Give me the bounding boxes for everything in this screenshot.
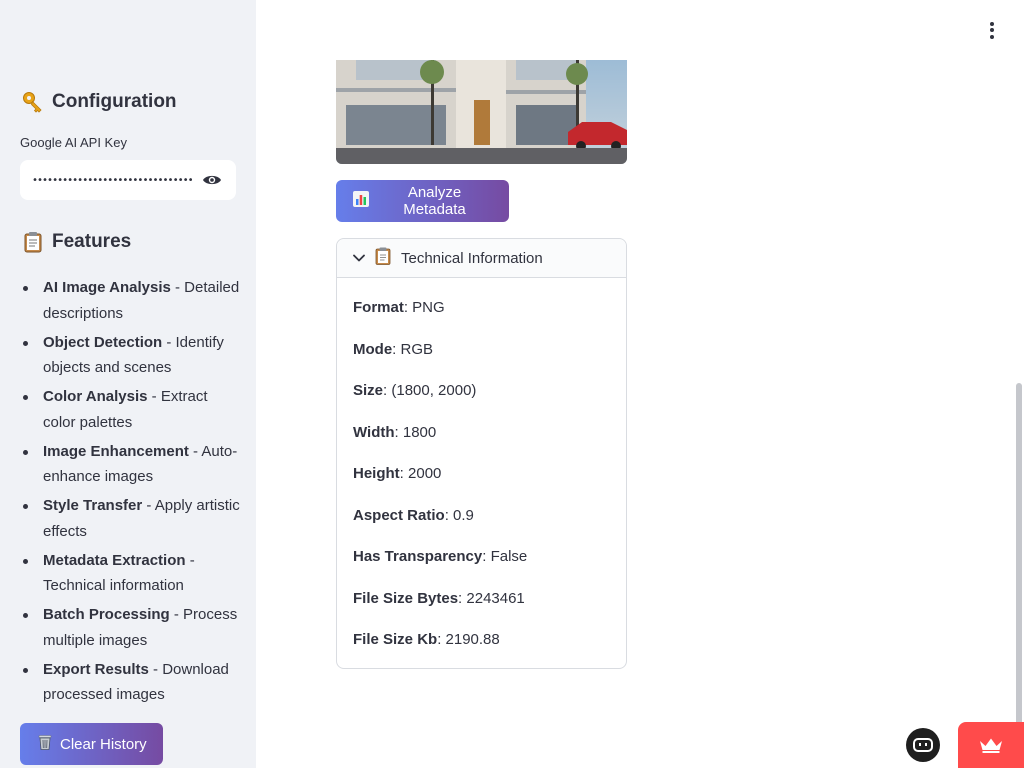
list-item: File Size Kb: 2190.88 xyxy=(353,629,610,671)
vertical-scrollbar[interactable] xyxy=(1016,383,1022,768)
bar-chart-icon xyxy=(352,190,370,212)
feature-name: AI Image Analysis xyxy=(43,279,171,296)
feature-name: Image Enhancement xyxy=(43,442,189,460)
list-item: Format: PNG xyxy=(353,297,610,339)
expander-title: Technical Information xyxy=(401,249,543,267)
metadata-key: Format xyxy=(353,299,404,316)
list-item: Style Transfer - Apply artistic effects xyxy=(20,493,240,544)
clear-history-label: Clear History xyxy=(60,735,147,753)
metadata-value: : 2243461 xyxy=(458,589,525,607)
clipboard-icon xyxy=(375,247,391,270)
api-key-input[interactable] xyxy=(32,174,192,186)
list-item: Mode: RGB xyxy=(353,339,610,381)
uploaded-image-preview xyxy=(336,60,627,164)
expander-header[interactable]: Technical Information xyxy=(337,239,626,278)
list-item: Height: 2000 xyxy=(353,463,610,505)
metadata-list: Format: PNG Mode: RGB Size: (1800, 2000)… xyxy=(337,278,626,671)
metadata-value: : (1800, 2000) xyxy=(383,382,477,399)
list-item: File Size Bytes: 2243461 xyxy=(353,588,610,630)
list-item: Export Results - Download processed imag… xyxy=(20,657,240,708)
api-key-label: Google AI API Key xyxy=(20,135,127,150)
list-item: AI Image Analysis - Detailed description… xyxy=(20,275,240,326)
feature-name: Batch Processing xyxy=(43,606,170,623)
trash-icon xyxy=(36,733,54,755)
metadata-value: : 0.9 xyxy=(444,506,474,524)
list-item: Batch Processing - Process multiple imag… xyxy=(20,602,240,653)
metadata-value: : 2190.88 xyxy=(437,631,500,648)
list-item: Size: (1800, 2000) xyxy=(353,380,610,422)
metadata-key: Aspect Ratio xyxy=(353,506,445,524)
metadata-key: Width xyxy=(353,423,395,441)
analyze-metadata-button[interactable]: Analyze Metadata xyxy=(336,180,509,222)
list-item: Color Analysis - Extract color palettes xyxy=(20,384,240,435)
list-item: Metadata Extraction - Technical informat… xyxy=(20,548,240,599)
metadata-value: : RGB xyxy=(392,340,434,358)
list-item: Width: 1800 xyxy=(353,422,610,464)
metadata-key: Height xyxy=(353,465,400,482)
configuration-heading-text: Configuration xyxy=(52,91,177,112)
key-icon xyxy=(20,91,46,113)
crown-icon[interactable] xyxy=(958,722,1024,768)
list-item: Object Detection - Identify objects and … xyxy=(20,330,240,381)
metadata-key: File Size Kb xyxy=(353,631,438,648)
list-item: Image Enhancement - Auto-enhance images xyxy=(20,439,240,490)
metadata-key: Mode xyxy=(353,340,393,358)
feature-name: Metadata Extraction xyxy=(43,551,186,569)
features-heading-text: Features xyxy=(52,231,132,252)
features-heading: Features xyxy=(20,231,131,253)
metadata-value: : 2000 xyxy=(399,465,442,482)
list-item: Has Transparency: False xyxy=(353,546,610,588)
configuration-heading: Configuration xyxy=(20,91,177,113)
technical-information-expander: Technical Information Format: PNG Mode: … xyxy=(336,238,627,669)
show-password-eye-icon[interactable] xyxy=(200,168,224,192)
metadata-key: Has Transparency xyxy=(353,548,483,565)
metadata-value: : False xyxy=(482,548,528,565)
features-list: AI Image Analysis - Detailed description… xyxy=(20,275,240,711)
api-key-field[interactable] xyxy=(20,160,236,200)
clipboard-icon xyxy=(20,231,46,253)
bot-avatar-icon[interactable] xyxy=(906,728,940,762)
main-menu-kebab-icon[interactable] xyxy=(980,18,1004,42)
feature-name: Export Results xyxy=(43,660,149,678)
metadata-key: File Size Bytes xyxy=(353,589,459,607)
clear-history-button[interactable]: Clear History xyxy=(20,723,163,765)
feature-name: Style Transfer xyxy=(43,497,143,514)
list-item: Aspect Ratio: 0.9 xyxy=(353,505,610,547)
analyze-metadata-label: Analyze Metadata xyxy=(403,184,466,218)
metadata-value: : 1800 xyxy=(394,423,437,441)
sidebar: Configuration Google AI API Key Features xyxy=(0,0,256,768)
metadata-key: Size xyxy=(353,382,384,399)
feature-name: Color Analysis xyxy=(43,388,148,405)
feature-name: Object Detection xyxy=(43,333,163,351)
metadata-value: : PNG xyxy=(403,299,445,316)
chevron-down-icon xyxy=(353,249,365,267)
